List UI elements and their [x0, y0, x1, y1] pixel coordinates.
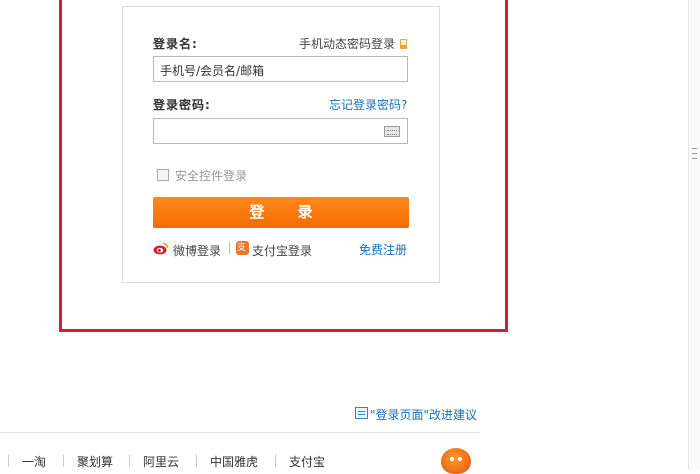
- footer-separator: [196, 455, 197, 467]
- forgot-password-link[interactable]: 忘记登录密码?: [329, 96, 407, 113]
- feedback-icon[interactable]: [355, 407, 368, 419]
- footer-divider: [0, 432, 480, 433]
- username-label: 登录名:: [153, 37, 198, 51]
- footer-separator: [129, 455, 130, 467]
- footer-link-alipay[interactable]: 支付宝: [289, 453, 325, 470]
- password-label: 登录密码:: [153, 98, 211, 112]
- phone-icon[interactable]: [400, 39, 407, 49]
- password-input[interactable]: [153, 118, 408, 144]
- weibo-login-link[interactable]: 微博登录: [173, 242, 221, 259]
- footer-separator: [8, 455, 9, 467]
- username-input[interactable]: 手机号/会员名/邮箱: [153, 56, 408, 82]
- login-button[interactable]: 登 录: [153, 197, 409, 228]
- alipay-icon[interactable]: [236, 241, 249, 255]
- feedback-link[interactable]: "登录页面"改进建议: [370, 406, 477, 423]
- register-link[interactable]: 免费注册: [359, 241, 407, 258]
- footer-link-yahoo-china[interactable]: 中国雅虎: [210, 453, 258, 470]
- mascot-icon: [441, 448, 471, 474]
- social-login-separator: [229, 242, 230, 254]
- footer-link-juhuasuan[interactable]: 聚划算: [77, 453, 113, 470]
- security-control-label: 安全控件登录: [175, 169, 248, 183]
- security-control-checkbox[interactable]: [157, 169, 169, 181]
- footer-link-aliyun[interactable]: 阿里云: [143, 453, 179, 470]
- sms-login-link[interactable]: 手机动态密码登录: [299, 35, 395, 52]
- weibo-icon[interactable]: [153, 242, 169, 255]
- footer-separator: [275, 455, 276, 467]
- alipay-login-link[interactable]: 支付宝登录: [252, 242, 312, 259]
- keyboard-icon[interactable]: [384, 126, 400, 137]
- footer-separator: [63, 455, 64, 467]
- username-placeholder: 手机号/会员名/邮箱: [160, 64, 265, 78]
- scrollbar[interactable]: [688, 0, 700, 470]
- login-panel: 登录名: 手机动态密码登录 手机号/会员名/邮箱 登录密码: 忘记登录密码? 安…: [122, 6, 440, 283]
- scroll-grip-icon[interactable]: [692, 148, 697, 159]
- footer-link-yitao[interactable]: 一淘: [22, 453, 46, 470]
